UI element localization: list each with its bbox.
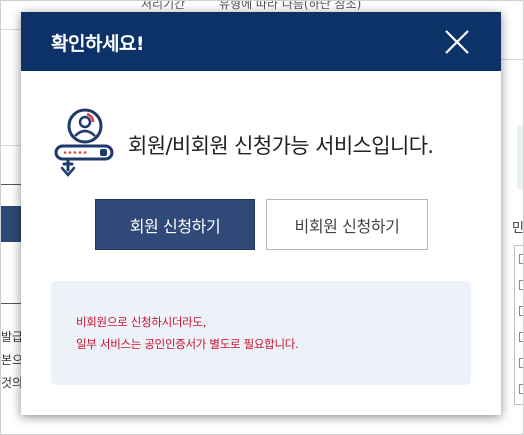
nonmember-apply-button[interactable]: 비회원 신청하기 (266, 199, 428, 250)
modal-title: 확인하세요! (51, 33, 145, 55)
notice-line: 비회원으로 신청하시더라도, (76, 315, 207, 329)
background-left-snippet: 발급 (1, 330, 21, 344)
modal-header: 확인하세요! (21, 12, 501, 71)
background-checkbox (519, 306, 523, 316)
notice-box: 비회원으로 신청하시더라도, 일부 서비스는 공인인증서가 별도로 필요합니다. (51, 281, 471, 385)
background-right-list (514, 245, 523, 405)
close-button[interactable] (441, 26, 473, 58)
background-left-snippet: 것의 (1, 376, 21, 390)
member-card-icon (54, 108, 114, 177)
background-strip (517, 125, 523, 189)
background-divider (1, 184, 21, 185)
headline-row: 회원/비회원 신청가능 서비스입니다. (53, 108, 483, 180)
background-left-text: 발급 본으 것의 (1, 326, 21, 395)
service-headline: 회원/비회원 신청가능 서비스입니다. (128, 134, 434, 158)
background-divider (1, 29, 21, 30)
member-apply-button[interactable]: 회원 신청하기 (95, 199, 255, 250)
close-x-icon (445, 30, 469, 54)
background-top-snippet: 유형에 따라 다름(하단 참조) (219, 0, 362, 11)
background-divider (501, 59, 523, 60)
background-top-text: 처리기간 유형에 따라 다름(하단 참조) (141, 0, 401, 12)
background-divider (1, 303, 21, 304)
background-checkbox (519, 280, 523, 290)
background-checkbox (519, 384, 523, 394)
notice-line: 일부 서비스는 공인인증서가 별도로 필요합니다. (76, 337, 299, 351)
page: 처리기간 유형에 따라 다름(하단 참조) 발급 본으 것의 민 확인하세요! (0, 0, 524, 435)
background-divider (1, 145, 21, 146)
background-right-label: 민 (512, 221, 524, 236)
background-checkbox (519, 332, 523, 342)
background-checkbox (519, 358, 523, 368)
background-checkbox (519, 254, 523, 264)
background-top-snippet: 처리기간 (141, 0, 186, 11)
confirm-modal: 확인하세요! 회원/비회원 신청가능 서비스입니다. 회원 신청하기 비회원 신… (21, 12, 501, 415)
background-left-snippet: 본으 (1, 353, 21, 367)
background-button (1, 206, 21, 242)
